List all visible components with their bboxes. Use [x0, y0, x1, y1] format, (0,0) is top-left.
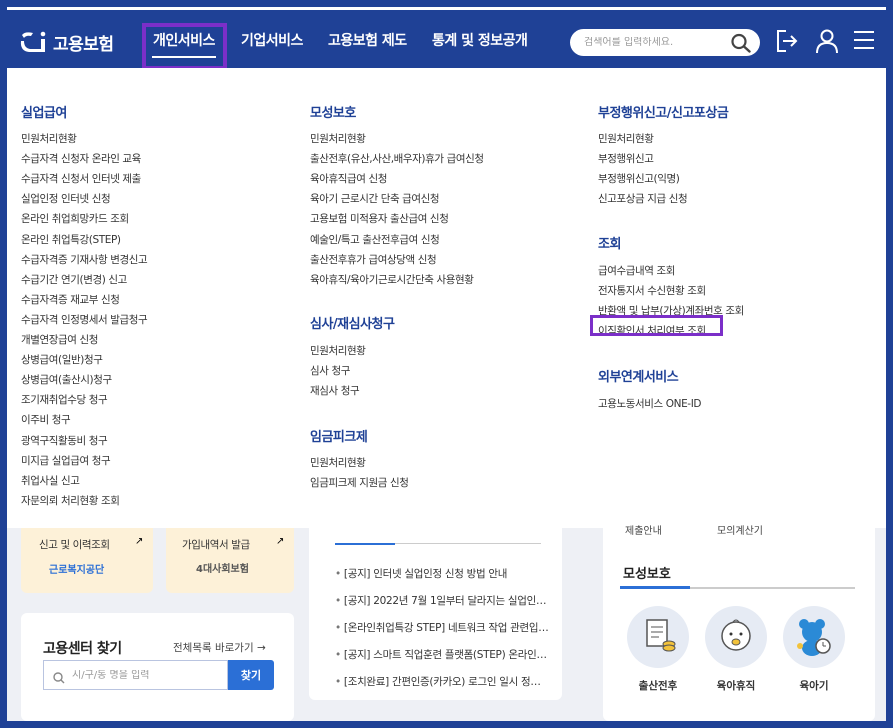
maternity-leave-label: 출산전후 [638, 680, 678, 692]
partial-item-right: 모의계산기 [717, 526, 763, 537]
menu-title-fraud[interactable]: 부정행위신고/신고포상금 [598, 102, 729, 121]
menu-link[interactable]: 자문의뢰 처리현황 조회 [21, 493, 120, 508]
menu-link[interactable]: 고용노동서비스 ONE-ID [598, 396, 701, 411]
menu-title-unemployment[interactable]: 실업급여 [21, 102, 67, 121]
nav-statistics[interactable]: 통계 및 정보공개 [432, 30, 528, 50]
teddy-bear-icon [797, 619, 831, 656]
menu-link[interactable]: 취업사실 신고 [21, 473, 80, 488]
active-nav-highlight [142, 23, 227, 70]
menu-link[interactable]: 부정행위신고(익명) [598, 171, 680, 186]
menu-title-review[interactable]: 심사/재심사청구 [310, 313, 395, 332]
menu-link[interactable]: 육아휴직급여 신청 [310, 171, 387, 186]
parental-leave-label: 육아휴직 [716, 680, 756, 692]
maternity-title: 모성보호 [623, 567, 671, 582]
menu-link[interactable]: 급여수급내역 조회 [598, 263, 675, 278]
external-link-icon: ↗ [135, 536, 144, 547]
childcare-label: 육아기 [799, 680, 829, 692]
menu-title-inquiry[interactable]: 조회 [598, 233, 621, 252]
logout-icon[interactable] [774, 28, 800, 58]
menu-link[interactable]: 임금피크제 지원금 신청 [310, 475, 409, 490]
card-label: 가입내역서 발급 [182, 539, 250, 551]
menu-link[interactable]: 미지급 실업급여 청구 [21, 453, 111, 468]
menu-link[interactable]: 신고포상금 지급 신청 [598, 191, 688, 206]
center-finder-title: 고용센터 찾기 [43, 641, 122, 657]
document-icon [646, 619, 676, 652]
menu-link[interactable]: 심사 청구 [310, 363, 350, 378]
menu-title-external[interactable]: 외부연계서비스 [598, 366, 679, 385]
center-search-input[interactable] [72, 669, 222, 681]
menu-link[interactable]: 개별연장급여 신청 [21, 332, 98, 347]
card-label: 신고 및 이력조회 [39, 539, 110, 551]
main-content: 신고 및 이력조회 ↗ 근로복지공단 가입내역서 발급 ↗ 4대사회보험 고용센… [7, 526, 886, 721]
menu-link[interactable]: 온라인 취업특강(STEP) [21, 232, 121, 247]
service-card-comwel[interactable]: 신고 및 이력조회 ↗ 근로복지공단 [21, 528, 153, 593]
menu-link[interactable]: 상병급여(출산시)청구 [21, 372, 112, 387]
notice-item[interactable]: • [공지] 인터넷 실업인정 신청 방법 안내 [335, 566, 507, 581]
menu-icon[interactable] [853, 30, 875, 54]
menu-link[interactable]: 민원처리현황 [310, 343, 366, 358]
menu-link[interactable]: 육아휴직/육아기근로시간단축 사용현황 [310, 272, 474, 287]
menu-link[interactable]: 민원처리현황 [21, 131, 77, 146]
menu-link[interactable]: 민원처리현황 [598, 131, 654, 146]
menu-title-wage-peak[interactable]: 임금피크제 [310, 426, 368, 445]
menu-link[interactable]: 실업인정 인터넷 신청 [21, 191, 111, 206]
search-input[interactable] [584, 37, 724, 48]
all-list-link[interactable]: 전체목록 바로가기 → [173, 640, 266, 655]
search-icon [53, 669, 65, 688]
nav-business-service[interactable]: 기업서비스 [241, 30, 303, 50]
menu-link[interactable]: 수급기간 연기(변경) 신고 [21, 272, 127, 287]
external-link-icon: ↗ [276, 536, 285, 547]
menu-link[interactable]: 조기재취업수당 청구 [21, 392, 108, 407]
menu-link[interactable]: 출산전후휴가 급여상당액 신청 [310, 252, 437, 267]
header: 고용보험 개인서비스 기업서비스 고용보험 제도 통계 및 정보공개 [7, 10, 886, 70]
menu-link[interactable]: 수급자격증 기재사항 변경신고 [21, 252, 148, 267]
notice-card: • [공지] 인터넷 실업인정 신청 방법 안내 • [공지] 2022년 7월 1일… [309, 528, 562, 700]
menu-link[interactable]: 온라인 취업희망카드 조회 [21, 211, 129, 226]
user-icon[interactable] [814, 28, 840, 58]
highlighted-link-box [590, 315, 723, 336]
page-frame: 고용보험 개인서비스 기업서비스 고용보험 제도 통계 및 정보공개 검색어를 … [7, 7, 886, 721]
comwel-logo: 근로복지공단 [49, 565, 105, 576]
search-icon[interactable] [730, 33, 752, 57]
center-search-field [43, 660, 228, 690]
logo-text: 고용보험 [53, 34, 114, 55]
menu-link[interactable]: 수급자격 인정명세서 발급청구 [21, 312, 148, 327]
search-box [570, 29, 760, 56]
menu-title-maternity[interactable]: 모성보호 [310, 102, 356, 121]
menu-link[interactable]: 예술인/특고 출산전후급여 신청 [310, 232, 440, 247]
mega-menu: 실업급여 민원처리현황 수급자격 신청자 온라인 교육 수급자격 신청서 인터넷 제… [7, 68, 886, 528]
menu-link[interactable]: 육아기 근로시간 단축 급여신청 [310, 191, 440, 206]
notice-item[interactable]: • [온라인취업특강 STEP] 네트워크 작업 관련입… [335, 620, 549, 635]
menu-link[interactable]: 이주비 청구 [21, 412, 71, 427]
baby-icon [721, 619, 751, 651]
parental-leave-button[interactable] [705, 606, 767, 668]
menu-link[interactable]: 전자통지서 수신현황 조회 [598, 283, 706, 298]
partial-item-left: 제출안내 [625, 526, 662, 537]
logo-icon [19, 29, 49, 55]
site-logo[interactable]: 고용보험 [19, 29, 114, 55]
menu-link[interactable]: 민원처리현황 [310, 131, 366, 146]
menu-link[interactable]: 광역구직활동비 청구 [21, 433, 108, 448]
nav-insurance-system[interactable]: 고용보험 제도 [328, 30, 407, 50]
menu-link[interactable]: 수급자격 신청서 인터넷 제출 [21, 171, 141, 186]
notice-item[interactable]: • [조치완료] 간편인증(카카오) 로그인 일시 정… [335, 674, 541, 689]
notice-item[interactable]: • [공지] 스마트 직업훈련 플랫폼(STEP) 온라인… [335, 647, 547, 662]
menu-link[interactable]: 민원처리현황 [310, 455, 366, 470]
maternity-leave-button[interactable] [627, 606, 689, 668]
menu-link[interactable]: 출산전후(유산,사산,배우자)휴가 급여신청 [310, 151, 484, 166]
childcare-button[interactable] [783, 606, 845, 668]
menu-link[interactable]: 수급자격 신청자 온라인 교육 [21, 151, 141, 166]
4insure-logo: 4대사회보험 [196, 564, 249, 575]
find-button[interactable]: 찾기 [228, 660, 274, 690]
menu-link[interactable]: 재심사 청구 [310, 383, 360, 398]
service-card-4insure[interactable]: 가입내역서 발급 ↗ 4대사회보험 [166, 528, 294, 593]
menu-link[interactable]: 고용보험 미적용자 출산급여 신청 [310, 211, 449, 226]
menu-link[interactable]: 수급자격증 재교부 신청 [21, 292, 120, 307]
menu-link[interactable]: 상병급여(일반)청구 [21, 352, 103, 367]
menu-link[interactable]: 부정행위신고 [598, 151, 654, 166]
notice-item[interactable]: • [공지] 2022년 7월 1일부터 달라지는 실업인… [335, 593, 547, 608]
maternity-card: 제출안내 모의계산기 모성보호 출산전후 육아휴직 육아기 [603, 526, 875, 721]
